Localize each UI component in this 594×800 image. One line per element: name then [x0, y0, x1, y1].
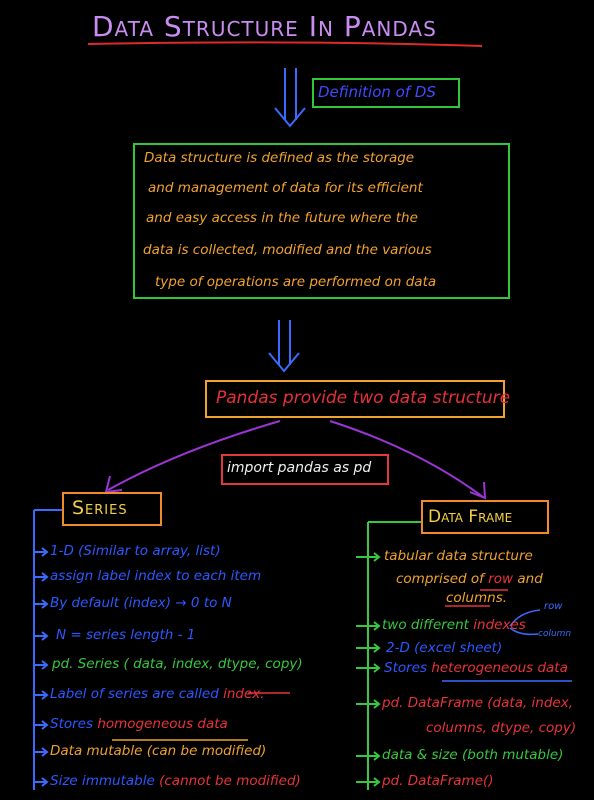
pandas-statement: Pandas provide two data structure	[216, 388, 511, 408]
item-text: comprised of	[396, 571, 489, 587]
dataframe-item: data & size (both mutable)	[382, 747, 564, 763]
dataframe-item: 2-D (excel sheet)	[386, 640, 503, 656]
series-heading: Series	[72, 497, 128, 519]
item-highlight: row	[488, 571, 514, 587]
definition-label: Definition of DS	[318, 83, 436, 101]
series-item: 1-D (Similar to array, list)	[50, 543, 221, 559]
item-highlight: (cannot be modified)	[159, 773, 301, 789]
item-text: Size immutable	[50, 773, 160, 789]
index-annotation-column: column	[538, 629, 572, 639]
paragraph-line: and easy access in the future where the	[146, 210, 418, 226]
item-highlight: indexes	[473, 617, 526, 633]
series-item: Size immutable (cannot be modified)	[50, 773, 301, 789]
paragraph-line: type of operations are performed on data	[155, 274, 437, 290]
dataframe-item: tabular data structure	[384, 548, 533, 564]
dataframe-item: two different indexes	[382, 617, 526, 633]
dataframe-item: pd. DataFrame()	[382, 773, 494, 789]
dataframe-item: pd. DataFrame (data, index,	[382, 695, 574, 711]
series-item: Stores homogeneous data	[50, 716, 228, 732]
item-highlight: heterogeneous data	[431, 660, 568, 676]
dataframe-item: columns, dtype, copy)	[426, 720, 577, 736]
item-text: Stores	[50, 716, 98, 732]
item-highlight: index.	[223, 686, 265, 702]
paragraph-line: Data structure is defined as the storage	[144, 150, 415, 166]
paragraph-line: data is collected, modified and the vari…	[143, 242, 432, 258]
series-item: Data mutable (can be modified)	[50, 743, 267, 759]
dataframe-item: comprised of row and	[396, 571, 543, 587]
item-text: Stores	[384, 660, 432, 676]
series-item: Label of series are called index.	[50, 686, 265, 702]
item-highlight: homogeneous data	[97, 716, 228, 732]
series-item: N = series length - 1	[56, 627, 196, 643]
dataframe-item: columns.	[446, 590, 508, 606]
series-item: pd. Series ( data, index, dtype, copy)	[52, 656, 303, 672]
item-text: and	[513, 571, 543, 587]
series-item: assign label index to each item	[50, 568, 262, 584]
double-down-arrow-2	[268, 320, 300, 373]
item-text: Label of series are called	[50, 686, 224, 702]
import-statement: import pandas as pd	[227, 460, 372, 476]
double-down-arrow-1	[274, 68, 306, 128]
series-item: By default (index) → 0 to N	[50, 595, 232, 611]
index-annotation-row: row	[544, 601, 563, 612]
dataframe-heading: Data Frame	[428, 507, 513, 527]
paragraph-line: and management of data for its efficient	[148, 180, 423, 196]
dataframe-item: Stores heterogeneous data	[384, 660, 568, 676]
page-title: Data Structure In Pandas	[92, 10, 437, 43]
item-text: two different	[382, 617, 474, 633]
